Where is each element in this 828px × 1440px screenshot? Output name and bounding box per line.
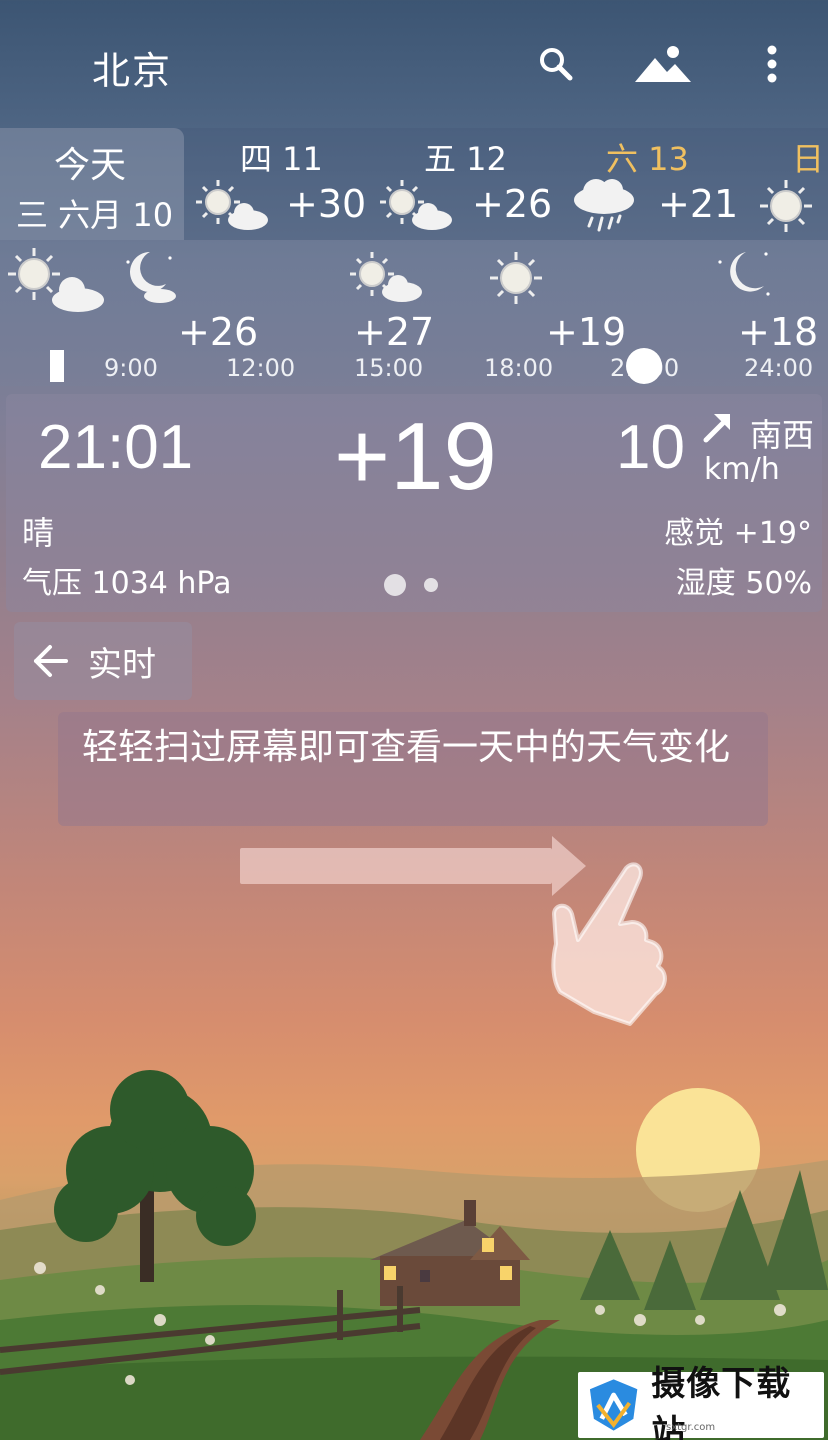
- sun-cloud-icon: [8, 248, 104, 312]
- day-label: 四 11: [240, 140, 323, 178]
- current-time: 21:01: [38, 413, 194, 482]
- sun-cloud-icon: [350, 252, 422, 302]
- day-label: 今天: [54, 145, 127, 186]
- wind-direction-icon: [703, 414, 730, 443]
- watermark: 摄像下载站 sxtgr.com: [578, 1364, 824, 1440]
- hour-time: 9:00: [104, 354, 158, 382]
- current-temp: +19: [334, 403, 497, 510]
- day-sun[interactable]: 日: [756, 132, 828, 236]
- hour-temp: +26: [178, 310, 259, 354]
- sun-cloud-icon: [380, 180, 452, 230]
- hour-time: 12:00: [226, 354, 296, 382]
- hour-time: 24:00: [744, 354, 814, 382]
- pressure: 气压 1034 hPa: [22, 566, 232, 601]
- sun-icon: [490, 252, 542, 304]
- realtime-button[interactable]: 实时: [14, 622, 192, 700]
- wind-unit: km/h: [704, 452, 780, 487]
- hour-time: 15:00: [354, 354, 424, 382]
- sun-cloud-icon: [196, 180, 268, 230]
- day-label: 日: [792, 140, 825, 178]
- watermark-url: sxtgr.com: [666, 1422, 716, 1433]
- moon-icon: [718, 252, 770, 296]
- wind-speed: 10: [616, 413, 685, 482]
- landscape-icon[interactable]: [632, 40, 694, 88]
- day-fri[interactable]: 五 12 +26: [380, 132, 560, 236]
- hour-time: 18:00: [484, 354, 554, 382]
- humidity: 湿度 50%: [675, 566, 812, 601]
- app-bar: 北京: [0, 0, 828, 128]
- moon-cloud-icon: [126, 252, 176, 303]
- hour-temp: +18: [738, 310, 819, 354]
- day-temp: +21: [658, 182, 739, 226]
- rain-cloud-icon: [574, 179, 634, 232]
- hour-temp: +19: [546, 310, 627, 354]
- arrow-back-icon: [34, 645, 68, 677]
- realtime-label: 实时: [88, 644, 156, 685]
- day-thu[interactable]: 四 11 +30: [196, 132, 376, 236]
- page-indicator-active[interactable]: [384, 574, 406, 596]
- time-slider-handle[interactable]: [626, 348, 662, 384]
- day-label: 五 12: [424, 140, 507, 178]
- watermark-logo: [589, 1379, 638, 1431]
- day-label: 六 13: [606, 140, 689, 178]
- day-date: 三 六月 10: [16, 196, 174, 234]
- day-temp: +30: [286, 182, 367, 226]
- day-temp: +26: [472, 182, 553, 226]
- hour-temp: +27: [354, 310, 435, 354]
- weather-condition: 晴: [22, 514, 55, 552]
- more-vert-icon[interactable]: [748, 40, 796, 88]
- day-sat[interactable]: 六 13 +21: [572, 132, 752, 236]
- day-today[interactable]: 今天 三 六月 10: [0, 132, 184, 236]
- feels-like: 感觉 +19°: [664, 516, 812, 551]
- time-marker: [50, 350, 64, 382]
- swipe-hint: 轻轻扫过屏幕即可查看一天中的天气变化: [58, 712, 768, 826]
- wind-direction: 南西: [750, 416, 815, 454]
- search-icon[interactable]: [532, 40, 580, 88]
- page-indicator[interactable]: [424, 578, 438, 592]
- sun-icon: [760, 180, 812, 232]
- hand-pointer-icon: [551, 862, 667, 1026]
- city-title[interactable]: 北京: [92, 40, 172, 95]
